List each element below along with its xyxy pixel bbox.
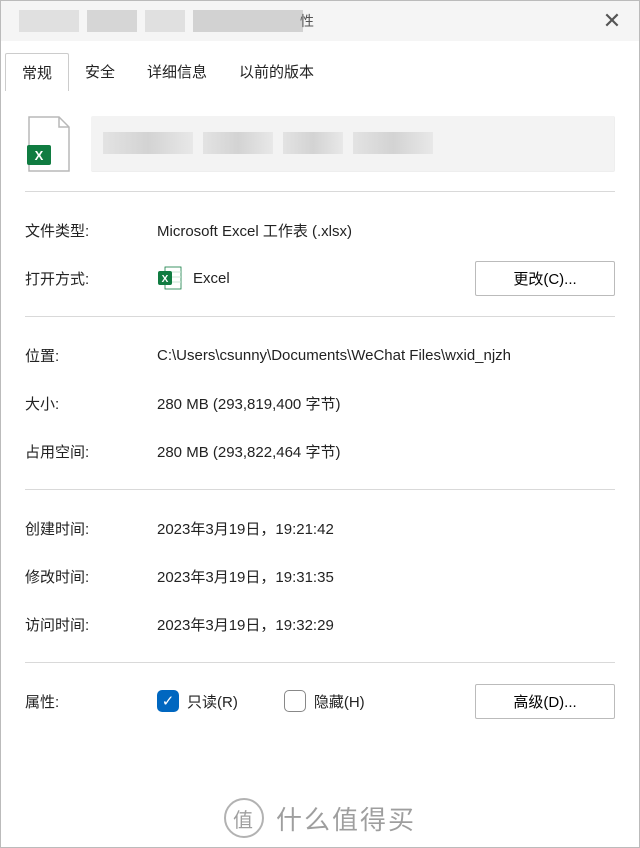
checkbox-hidden-wrap: 隐藏(H) xyxy=(284,690,365,712)
properties-dialog: 性 ✕ 常规 安全 详细信息 以前的版本 X xyxy=(0,0,640,848)
row-file-type: 文件类型: Microsoft Excel 工作表 (.xlsx) xyxy=(25,206,615,254)
separator xyxy=(25,662,615,663)
label-readonly: 只读(R) xyxy=(187,691,238,712)
row-accessed: 访问时间: 2023年3月19日，19:32:29 xyxy=(25,600,615,648)
label-open-with: 打开方式: xyxy=(25,268,157,289)
checkbox-readonly-wrap: ✓ 只读(R) xyxy=(157,690,238,712)
tab-details[interactable]: 详细信息 xyxy=(131,53,223,91)
tab-security[interactable]: 安全 xyxy=(69,53,131,91)
row-size: 大小: 280 MB (293,819,400 字节) xyxy=(25,379,615,427)
titlebar: 性 ✕ xyxy=(1,1,639,41)
checkbox-hidden[interactable] xyxy=(284,690,306,712)
separator xyxy=(25,489,615,490)
value-size-on-disk: 280 MB (293,822,464 字节) xyxy=(157,441,615,462)
title-redacted xyxy=(19,10,311,32)
row-open-with: 打开方式: X Excel 更改(C)... xyxy=(25,254,615,302)
value-accessed: 2023年3月19日，19:32:29 xyxy=(157,614,615,635)
label-size: 大小: xyxy=(25,393,157,414)
tab-previous-versions[interactable]: 以前的版本 xyxy=(223,53,330,91)
row-size-on-disk: 占用空间: 280 MB (293,822,464 字节) xyxy=(25,427,615,475)
label-attributes: 属性: xyxy=(25,691,157,712)
tab-bar: 常规 安全 详细信息 以前的版本 xyxy=(1,41,639,91)
excel-file-icon: X xyxy=(25,115,73,173)
row-location: 位置: C:\Users\csunny\Documents\WeChat Fil… xyxy=(25,331,615,379)
value-modified: 2023年3月19日，19:31:35 xyxy=(157,566,615,587)
close-icon[interactable]: ✕ xyxy=(597,8,627,34)
title-suffix: 性 xyxy=(300,11,314,31)
advanced-button[interactable]: 高级(D)... xyxy=(475,684,615,719)
file-header: X xyxy=(25,115,615,173)
separator xyxy=(25,316,615,317)
svg-text:X: X xyxy=(35,148,44,163)
row-modified: 修改时间: 2023年3月19日，19:31:35 xyxy=(25,552,615,600)
label-size-on-disk: 占用空间: xyxy=(25,441,157,462)
change-button[interactable]: 更改(C)... xyxy=(475,261,615,296)
row-created: 创建时间: 2023年3月19日，19:21:42 xyxy=(25,504,615,552)
value-file-type: Microsoft Excel 工作表 (.xlsx) xyxy=(157,220,615,241)
value-app-name: Excel xyxy=(193,270,230,287)
row-attributes: 属性: ✓ 只读(R) 隐藏(H) 高级(D)... xyxy=(25,677,615,725)
label-modified: 修改时间: xyxy=(25,566,157,587)
value-location: C:\Users\csunny\Documents\WeChat Files\w… xyxy=(157,347,615,364)
value-created: 2023年3月19日，19:21:42 xyxy=(157,518,615,539)
content-area: X 文件类型: Microsoft Excel 工作表 (.xlsx) 打开方式… xyxy=(1,91,639,847)
checkbox-readonly[interactable]: ✓ xyxy=(157,690,179,712)
label-created: 创建时间: xyxy=(25,518,157,539)
filename-input[interactable] xyxy=(91,116,615,172)
svg-text:X: X xyxy=(162,274,169,285)
separator xyxy=(25,191,615,192)
excel-app-icon: X xyxy=(157,265,183,291)
tab-general[interactable]: 常规 xyxy=(5,53,69,91)
value-size: 280 MB (293,819,400 字节) xyxy=(157,393,615,414)
label-location: 位置: xyxy=(25,345,157,366)
label-file-type: 文件类型: xyxy=(25,220,157,241)
label-hidden: 隐藏(H) xyxy=(314,691,365,712)
label-accessed: 访问时间: xyxy=(25,614,157,635)
